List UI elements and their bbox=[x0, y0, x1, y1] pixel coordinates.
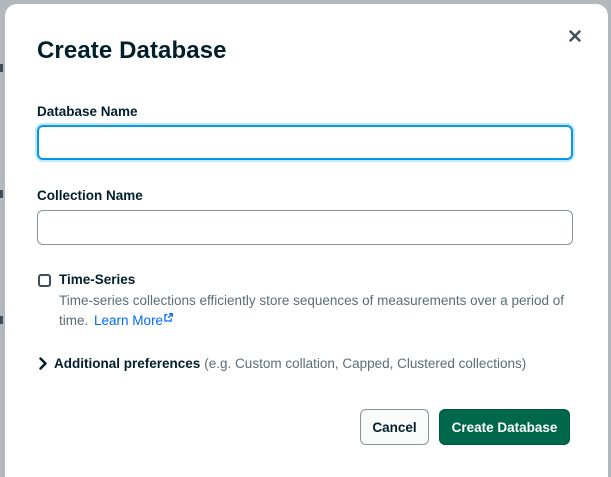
background-marker bbox=[0, 316, 3, 324]
external-link-icon bbox=[164, 313, 174, 322]
modal-title: Create Database bbox=[37, 37, 227, 64]
background-marker bbox=[0, 190, 3, 198]
time-series-description: Time-series collections efficiently stor… bbox=[59, 291, 569, 331]
create-database-button[interactable]: Create Database bbox=[439, 409, 570, 445]
time-series-label[interactable]: Time-Series bbox=[59, 272, 135, 287]
learn-more-text: Learn More bbox=[94, 313, 164, 328]
create-database-modal: Create Database Database Name Collection… bbox=[5, 4, 608, 477]
chevron-right-icon bbox=[38, 357, 48, 370]
additional-preferences-hint: (e.g. Custom collation, Capped, Clustere… bbox=[204, 356, 527, 371]
collection-name-label: Collection Name bbox=[37, 188, 143, 203]
additional-preferences-label: Additional preferences bbox=[54, 356, 201, 371]
learn-more-link[interactable]: Learn More bbox=[94, 313, 174, 328]
database-name-input[interactable] bbox=[37, 125, 573, 160]
time-series-checkbox[interactable] bbox=[38, 274, 51, 287]
database-name-label: Database Name bbox=[37, 104, 138, 119]
close-button[interactable] bbox=[565, 26, 585, 46]
collection-name-input[interactable] bbox=[37, 210, 573, 245]
cancel-button[interactable]: Cancel bbox=[360, 409, 429, 445]
close-icon bbox=[569, 30, 581, 42]
additional-preferences-toggle[interactable]: Additional preferences (e.g. Custom coll… bbox=[38, 356, 526, 371]
background-marker bbox=[0, 64, 3, 72]
